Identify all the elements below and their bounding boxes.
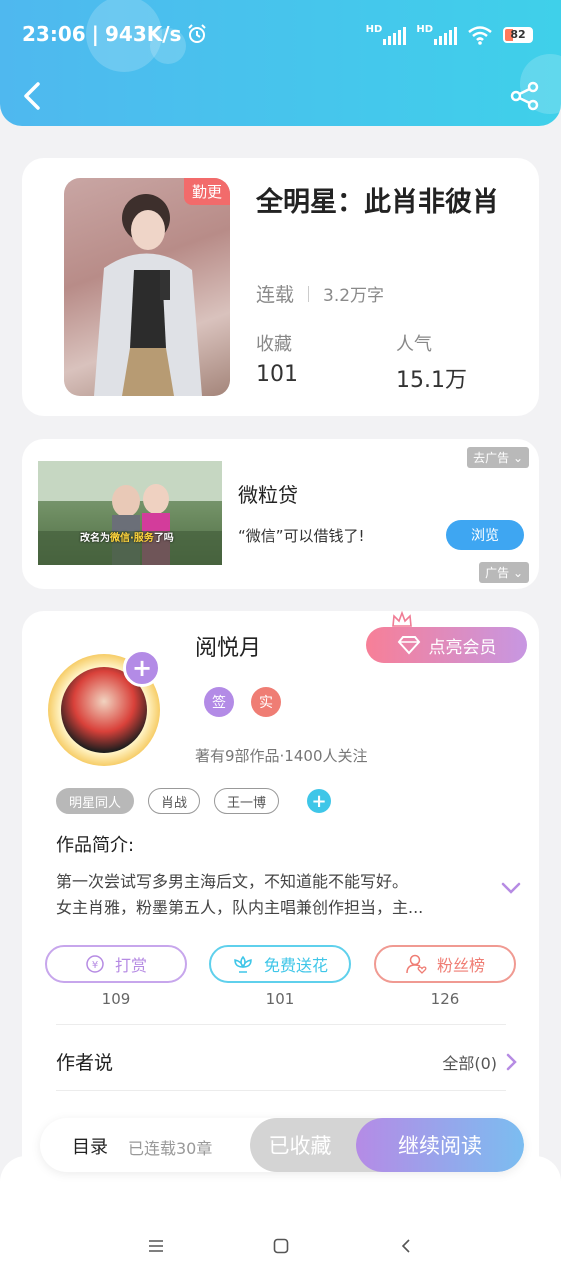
ad-illustration	[38, 461, 222, 565]
flower-count: 101	[265, 990, 295, 1008]
activate-vip-button[interactable]: 点亮会员	[366, 627, 527, 663]
flower-icon	[234, 955, 252, 973]
signed-badge: 签	[204, 687, 234, 717]
popularity-value: 15.1万	[396, 368, 467, 393]
continue-reading-button[interactable]: 继续阅读	[356, 1118, 524, 1172]
intro-text: 第一次尝试写多男主海后文，不知道能不能写好。 女主肖雅，粉墨第五人，队内主唱兼创…	[56, 872, 424, 917]
home-nav-button[interactable]	[266, 1232, 296, 1260]
signal-1: HD	[366, 24, 407, 45]
verified-badge: 实	[251, 687, 281, 717]
book-serial-status: 连载	[256, 284, 295, 306]
bottom-sheet	[0, 1156, 561, 1280]
ad-image-caption: 改名为微信·服务了吗	[80, 533, 174, 544]
popularity-label: 人气	[396, 334, 432, 355]
divider	[56, 1024, 506, 1025]
author-says-all-link[interactable]: 全部(0)	[442, 1050, 517, 1074]
reward-label: 打赏	[114, 956, 147, 975]
ad-label[interactable]: 广告 ⌄	[479, 562, 529, 583]
menu-icon	[149, 1240, 163, 1252]
fans-label: 粉丝榜	[436, 956, 485, 975]
author-says-all-label: 全部(0)	[442, 1054, 497, 1073]
vip-button-label: 点亮会员	[428, 637, 497, 658]
intro-heading: 作品简介:	[56, 835, 135, 856]
fans-rank-button[interactable]: 粉丝榜	[374, 945, 516, 983]
divider	[56, 1090, 506, 1091]
battery-icon: 82	[503, 26, 533, 43]
ad-image[interactable]: 改名为微信·服务了吗	[38, 461, 222, 565]
ad-card[interactable]: 改名为微信·服务了吗 去广告 ⌄ 微粒贷 “微信”可以借钱了! 浏览 广告 ⌄	[22, 439, 539, 589]
ad-description: “微信”可以借钱了!	[238, 527, 365, 545]
menu-nav-button[interactable]	[141, 1232, 171, 1260]
update-badge: 勤更	[183, 178, 230, 205]
ad-browse-button[interactable]: 浏览	[446, 520, 524, 550]
remove-ad-button[interactable]: 去广告 ⌄	[467, 447, 529, 468]
svg-text:¥: ¥	[92, 960, 98, 971]
back-button[interactable]	[18, 78, 46, 114]
author-name: 阅悦月	[195, 636, 262, 661]
book-word-count: 3.2万字	[323, 286, 385, 306]
status-divider: |	[91, 22, 99, 46]
battery-level: 82	[510, 28, 526, 41]
home-square-icon	[273, 1238, 289, 1254]
book-tags: 明星同人 肖战 王一博 +	[56, 788, 332, 814]
tag-chip[interactable]: 王一博	[214, 788, 280, 814]
reward-button[interactable]: ¥ 打赏	[45, 945, 187, 983]
add-tag-button[interactable]: +	[307, 789, 332, 813]
fans-count: 126	[430, 990, 460, 1008]
book-title: 全明星：此肖非彼肖	[256, 187, 499, 218]
expand-intro-icon[interactable]	[500, 881, 522, 895]
back-chevron-icon	[401, 1239, 410, 1253]
chevron-right-icon	[506, 1053, 517, 1071]
status-time: 23:06	[22, 22, 86, 46]
author-says-heading: 作者说	[56, 1052, 114, 1074]
author-stats: 著有9部作品·1400人关注	[195, 747, 368, 765]
wifi-icon	[468, 25, 492, 45]
signal-bars-icon	[434, 27, 457, 45]
diamond-icon	[397, 636, 420, 655]
alarm-icon	[188, 24, 207, 43]
status-bar-right: HD HD 82	[366, 24, 533, 45]
favorites-label: 收藏	[256, 334, 292, 355]
book-info-card: 勤更 全明星：此肖非彼肖 连载 3.2万字 收藏 101 人气 15.1万	[22, 158, 539, 416]
reward-count: 109	[101, 990, 131, 1008]
serial-chapters-label: 已连载30章	[128, 1139, 213, 1158]
send-flower-button[interactable]: 免费送花	[209, 945, 351, 983]
toc-button[interactable]: 目录	[72, 1133, 108, 1159]
book-cover[interactable]: 勤更	[64, 178, 230, 396]
flower-label: 免费送花	[263, 956, 328, 975]
ad-title: 微粒贷	[238, 483, 298, 507]
signal-bars-icon	[383, 27, 407, 45]
signal-hd-label: HD	[365, 24, 383, 35]
status-divider	[308, 285, 310, 302]
tag-chip[interactable]: 明星同人	[56, 788, 135, 814]
back-nav-button[interactable]	[391, 1232, 421, 1260]
header-bar: 23:06 | 943K/s HD HD 82	[0, 0, 561, 126]
cover-illustration	[94, 194, 202, 396]
status-speed: 943K/s	[104, 22, 182, 46]
signal-2: HD	[416, 24, 457, 45]
signal-hd-label-2: HD	[416, 24, 433, 35]
fan-user-icon	[406, 954, 427, 974]
tag-chip[interactable]: 肖战	[148, 788, 201, 814]
status-bar-left: 23:06 | 943K/s	[22, 22, 207, 46]
follow-author-button[interactable]: +	[123, 649, 161, 687]
yen-coin-icon: ¥	[86, 955, 104, 973]
share-button[interactable]	[509, 80, 541, 112]
favorites-value: 101	[256, 362, 298, 387]
bottom-action-bar: 目录 已连载30章 已收藏 继续阅读	[40, 1118, 524, 1172]
book-status-row: 连载 3.2万字	[256, 280, 384, 307]
